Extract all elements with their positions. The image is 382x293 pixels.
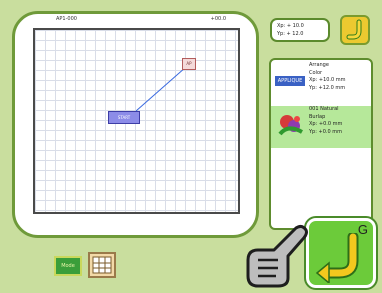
entry-line: Color — [309, 69, 323, 76]
start-position-marker[interactable]: START — [108, 111, 140, 124]
entry-line: 001 Natural — [309, 106, 339, 112]
entry-line: Burlap — [309, 113, 326, 120]
small-return-button[interactable] — [340, 15, 370, 45]
preview-header-right: +00.0 — [210, 16, 226, 22]
entry-details: 001 Natural Burlap Xp: +0.0 mm Yp: +0.0 … — [309, 106, 342, 136]
entry-line: Yp: +12.0 mm — [309, 84, 346, 91]
position-y: Yp: + 12.0 — [277, 31, 304, 37]
layout-grid[interactable]: AP START — [33, 28, 240, 214]
position-readout: Xp: + 10.0 Yp: + 12.0 — [270, 18, 330, 42]
mode-button[interactable]: Mode — [54, 256, 82, 276]
grid-icon — [92, 256, 112, 274]
applique-tag: APPLIQUE — [275, 76, 305, 86]
flower-pattern-icon — [278, 115, 303, 136]
position-x: Xp: + 10.0 — [277, 23, 304, 29]
thread-color-list[interactable]: APPLIQUE Arrange Color Xp: +10.0 mm Yp: … — [269, 58, 373, 230]
appliqué-position-marker[interactable]: AP — [182, 58, 196, 70]
entry-line: Arrange — [309, 62, 329, 68]
list-item[interactable]: APPLIQUE Arrange Color Xp: +10.0 mm Yp: … — [271, 62, 371, 106]
preview-header: AP1-000 +00.0 — [56, 16, 226, 26]
entry-line: Xp: +0.0 mm — [309, 121, 343, 127]
return-arrow-icon — [346, 19, 362, 40]
entry-line: Yp: +0.0 mm — [309, 128, 342, 135]
return-button[interactable]: G — [304, 216, 378, 290]
entry-details: Arrange Color Xp: +10.0 mm Yp: +12.0 mm — [309, 62, 346, 92]
list-item-selected[interactable]: 001 Natural Burlap Xp: +0.0 mm Yp: +0.0 … — [271, 106, 371, 148]
entry-line: Xp: +10.0 mm — [309, 77, 346, 83]
grid-toggle-button[interactable] — [88, 252, 116, 278]
return-arrow-icon — [315, 233, 359, 283]
pointing-hand-icon — [246, 224, 308, 288]
screen: AP1-000 +00.0 AP START Xp: + 10.0 Yp: + … — [0, 0, 382, 293]
preview-header-left: AP1-000 — [56, 16, 77, 22]
